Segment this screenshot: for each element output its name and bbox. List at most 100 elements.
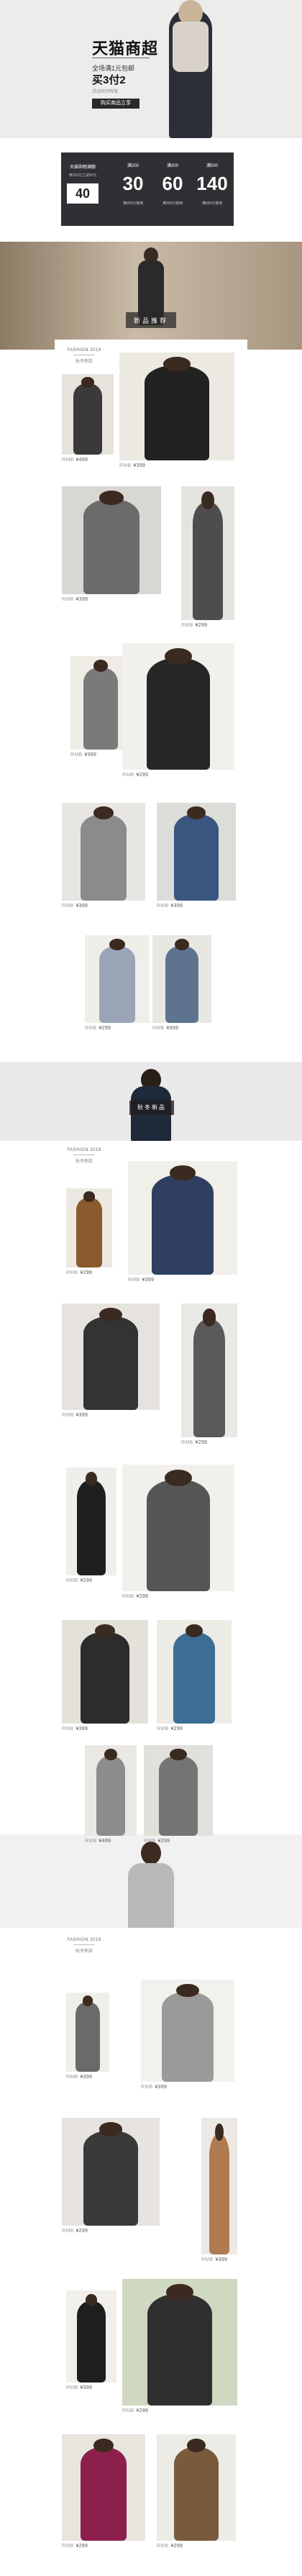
price-value: ¥399	[170, 904, 183, 909]
product-image[interactable]	[128, 1161, 237, 1275]
coupon-main-sub: 满200元立减40元	[68, 173, 97, 178]
product-model-figure	[209, 2134, 229, 2254]
price-currency: RMB	[122, 2408, 134, 2413]
hero-banner[interactable]: 天猫商超 全场满1元包邮 买3付2 活动时间有限 购买商品立享	[0, 0, 302, 138]
product-price: RMB ¥399	[62, 1413, 88, 1418]
product-image[interactable]	[157, 2434, 236, 2541]
price-value: ¥499	[99, 1839, 111, 1844]
product-image[interactable]	[181, 486, 234, 620]
product-price: RMB ¥399	[152, 1026, 178, 1031]
section-3-brand-sub: 秋冬新款	[75, 1949, 93, 1954]
product-model-figure	[76, 2002, 100, 2072]
product-model-figure	[80, 814, 127, 901]
price-value: ¥399	[76, 597, 88, 602]
product-model-figure	[80, 2447, 127, 2541]
section-2-banner: 秋冬新品	[0, 1062, 302, 1141]
product-image[interactable]	[62, 1303, 160, 1410]
price-value: ¥399	[215, 2257, 228, 2262]
product-model-head	[104, 1749, 117, 1761]
coupon-main[interactable]: 天猫购物满额 满200元立减40元 40	[65, 156, 101, 222]
product-image[interactable]	[62, 486, 161, 594]
product-image[interactable]	[62, 374, 114, 455]
price-value: ¥299	[80, 1270, 93, 1275]
product-price: RMB ¥399	[66, 2385, 92, 2390]
product-model-head	[93, 2438, 114, 2453]
price-value: ¥299	[157, 1839, 170, 1844]
price-currency: RMB	[157, 904, 169, 909]
price-currency: RMB	[62, 1726, 74, 1731]
coupon-1[interactable]: 满200 30 满200元使用	[115, 156, 151, 222]
section-3-brand-title: FASHION 2019	[67, 1938, 101, 1942]
product-model-figure	[147, 1480, 210, 1591]
product-price: RMB ¥299	[157, 1726, 183, 1731]
price-value: ¥399	[166, 1026, 179, 1031]
product-image[interactable]	[122, 1465, 234, 1591]
product-image[interactable]	[62, 1620, 148, 1724]
product-image[interactable]	[122, 2279, 237, 2406]
product-price: RMB ¥299	[122, 1594, 148, 1599]
coupon-1-top: 满200	[127, 164, 139, 168]
product-model-figure	[77, 2301, 106, 2382]
product-image[interactable]	[85, 935, 150, 1023]
product-model-figure	[73, 383, 103, 455]
price-currency: RMB	[66, 1578, 78, 1583]
product-image[interactable]	[66, 1188, 112, 1267]
section-1-brand-title: FASHION 2019	[67, 348, 101, 352]
coupon-3-top: 满500	[206, 164, 218, 168]
product-model-figure	[165, 945, 198, 1023]
product-model-head	[170, 1749, 187, 1761]
price-value: ¥399	[76, 904, 88, 909]
price-currency: RMB	[152, 1026, 165, 1031]
product-price: RMB ¥299	[144, 1839, 170, 1844]
price-value: ¥299	[136, 1594, 149, 1599]
product-model-figure	[83, 499, 139, 594]
price-value: ¥299	[80, 1578, 93, 1583]
price-currency: RMB	[128, 1278, 140, 1283]
product-model-head	[163, 357, 191, 371]
coupon-3[interactable]: 满500 140 满500元使用	[194, 156, 230, 222]
section-2-label: 秋冬新品	[137, 1104, 166, 1111]
coupon-main-amount: 40	[75, 186, 91, 201]
section-2-brand: FASHION 2019 秋冬新款	[60, 1148, 108, 1164]
product-price: RMB ¥299	[181, 1440, 207, 1445]
product-image[interactable]	[122, 643, 234, 770]
section-2-brand-title: FASHION 2019	[67, 1148, 101, 1152]
product-model-head	[202, 1309, 216, 1326]
product-price: RMB ¥399	[66, 2075, 92, 2080]
product-price: RMB ¥399	[70, 752, 96, 757]
product-model-figure	[174, 814, 219, 901]
product-image[interactable]	[66, 1467, 116, 1575]
product-model-head	[109, 938, 125, 950]
product-image[interactable]	[62, 2118, 160, 2226]
product-image[interactable]	[157, 1620, 232, 1724]
product-model-head	[93, 806, 114, 820]
product-image[interactable]	[181, 1303, 237, 1437]
product-image[interactable]	[66, 2290, 116, 2382]
product-image[interactable]	[152, 935, 211, 1023]
product-image[interactable]	[119, 352, 234, 460]
product-image[interactable]	[157, 803, 236, 901]
product-image[interactable]	[62, 2434, 145, 2541]
product-price: RMB ¥399	[141, 2085, 167, 2090]
product-image[interactable]	[201, 2118, 237, 2254]
price-currency: RMB	[62, 2544, 74, 2549]
product-model-figure	[83, 2131, 139, 2226]
coupon-3-bottom: 满500元使用	[201, 201, 223, 206]
product-image[interactable]	[141, 1980, 234, 2082]
product-price: RMB ¥399	[157, 904, 183, 909]
price-value: ¥399	[84, 752, 97, 757]
product-image[interactable]	[62, 803, 145, 901]
price-currency: RMB	[201, 2257, 214, 2262]
hero-button[interactable]: 购买商品立享	[92, 99, 139, 109]
section-1-label: 新品推荐	[133, 317, 168, 324]
price-currency: RMB	[141, 2085, 153, 2090]
product-model-figure	[193, 1319, 225, 1437]
product-image[interactable]	[144, 1745, 213, 1836]
product-image[interactable]	[66, 1993, 109, 2072]
product-image[interactable]	[85, 1745, 137, 1836]
product-price: RMB ¥499	[62, 458, 88, 463]
coupon-2[interactable]: 满300 60 满300元使用	[155, 156, 191, 222]
product-price: RMB ¥299	[181, 623, 207, 628]
section-1-banner: 新品推荐	[0, 242, 302, 350]
section-1-brand-sub: 秋冬新款	[75, 360, 93, 364]
